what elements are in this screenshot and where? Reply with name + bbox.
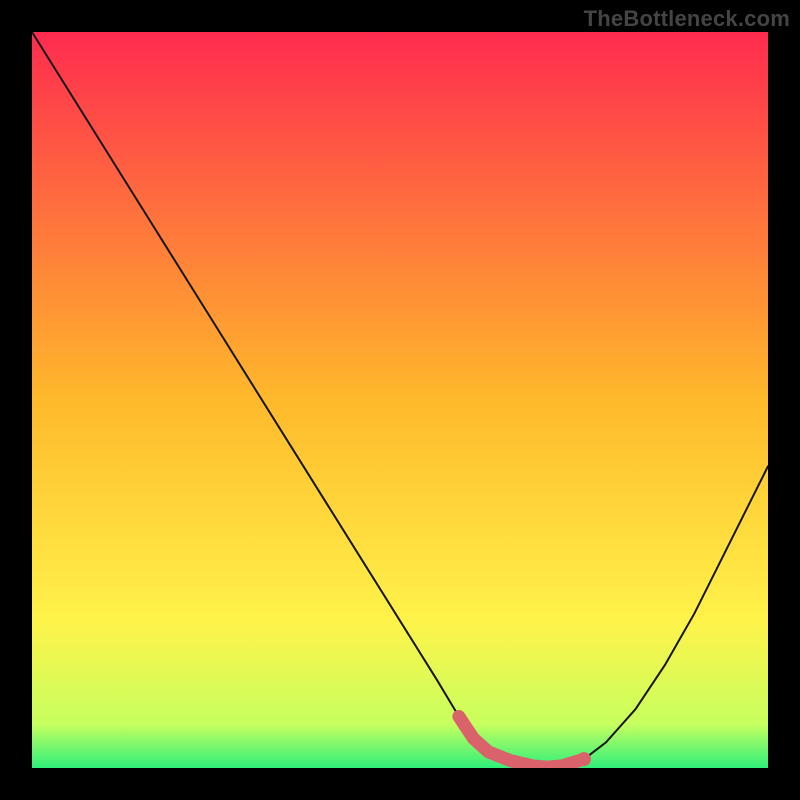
optimal-range-end-dot <box>577 752 591 766</box>
chart-frame: TheBottleneck.com <box>0 0 800 800</box>
watermark-text: TheBottleneck.com <box>584 6 790 32</box>
bottleneck-chart <box>32 32 768 768</box>
gradient-background <box>32 32 768 768</box>
